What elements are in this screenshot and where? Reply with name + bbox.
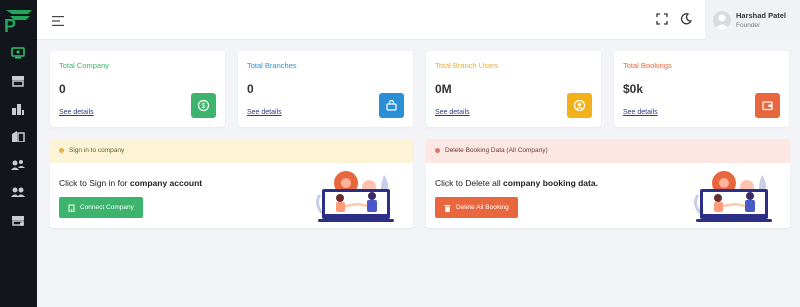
delete-all-booking-button[interactable]: Delete All Booking: [435, 197, 518, 218]
card-header: Delete Booking Data (All Company): [426, 139, 790, 163]
fullscreen-icon[interactable]: [655, 12, 669, 26]
stat-title: Total Bookings: [623, 61, 672, 70]
connect-company-button[interactable]: Connect Company: [59, 197, 143, 218]
see-details-link[interactable]: See details: [435, 109, 470, 116]
connect-company-label: Connect Company: [80, 204, 134, 211]
nav-dashboard-icon[interactable]: [9, 45, 27, 61]
bag-icon: [379, 93, 404, 118]
header-dot-icon: [435, 148, 440, 153]
see-details-link[interactable]: See details: [59, 109, 94, 116]
stat-value: $0k: [623, 82, 644, 96]
stat-title: Total Branch Users: [435, 61, 499, 70]
stat-value: 0: [59, 82, 66, 96]
stat-card-total-branches: Total Branches 0 See details: [238, 51, 413, 127]
see-details-link[interactable]: See details: [247, 109, 282, 116]
user-name: Harshad Patel: [736, 11, 787, 20]
wallet-icon: [755, 93, 780, 118]
card-header-title: Delete Booking Data (All Company): [445, 147, 548, 154]
nav-store-icon[interactable]: [9, 73, 27, 89]
svg-text:P: P: [4, 16, 16, 34]
handshake-illustration: [314, 165, 400, 225]
top-bar: Harshad Patel Founder: [37, 0, 800, 40]
stat-value: 0M: [435, 82, 452, 96]
delete-booking-card: Delete Booking Data (All Company) Click …: [426, 139, 790, 228]
app-logo[interactable]: P: [2, 6, 36, 36]
delete-all-booking-label: Delete All Booking: [456, 204, 509, 211]
description-bold-text: company booking data.: [503, 178, 598, 188]
building-icon: [68, 204, 75, 212]
nav-users-group-icon[interactable]: [9, 184, 27, 200]
sign-in-company-card: Sign in to company Click to Sign in for …: [50, 139, 413, 228]
card-description: Click to Sign in for company account: [59, 178, 202, 188]
nav-users-add-icon[interactable]: [9, 157, 27, 173]
user-menu[interactable]: Harshad Patel Founder: [705, 0, 800, 40]
stat-value: 0: [247, 82, 254, 96]
avatar: [713, 11, 731, 29]
nav-booking-icon[interactable]: [9, 212, 27, 228]
svg-text:$: $: [202, 103, 206, 110]
description-text: Click to Sign in for: [59, 178, 130, 188]
stat-title: Total Company: [59, 61, 110, 70]
menu-toggle-icon[interactable]: [52, 14, 65, 26]
sidebar: P: [0, 0, 37, 307]
trash-icon: [444, 204, 451, 212]
card-description: Click to Delete all company booking data…: [435, 178, 598, 188]
header-dot-icon: [59, 148, 64, 153]
stat-card-total-bookings: Total Bookings $0k See details: [614, 51, 789, 127]
user-role: Founder: [736, 22, 761, 29]
see-details-link[interactable]: See details: [623, 109, 658, 116]
description-text: Click to Delete all: [435, 178, 504, 188]
card-header: Sign in to company: [50, 139, 413, 163]
nav-buildings-icon[interactable]: [9, 101, 27, 117]
stat-card-total-company: Total Company 0 See details $: [50, 51, 225, 127]
dark-mode-moon-icon[interactable]: [679, 12, 693, 26]
description-bold-text: company account: [129, 178, 203, 188]
user-circle-icon: [567, 93, 592, 118]
stat-card-total-branch-users: Total Branch Users 0M See details: [426, 51, 601, 127]
handshake-illustration: [692, 165, 778, 225]
card-header-title: Sign in to company: [69, 147, 125, 154]
stat-title: Total Branches: [247, 61, 297, 70]
dollar-icon: $: [191, 93, 216, 118]
nav-factory-icon[interactable]: [9, 128, 27, 144]
